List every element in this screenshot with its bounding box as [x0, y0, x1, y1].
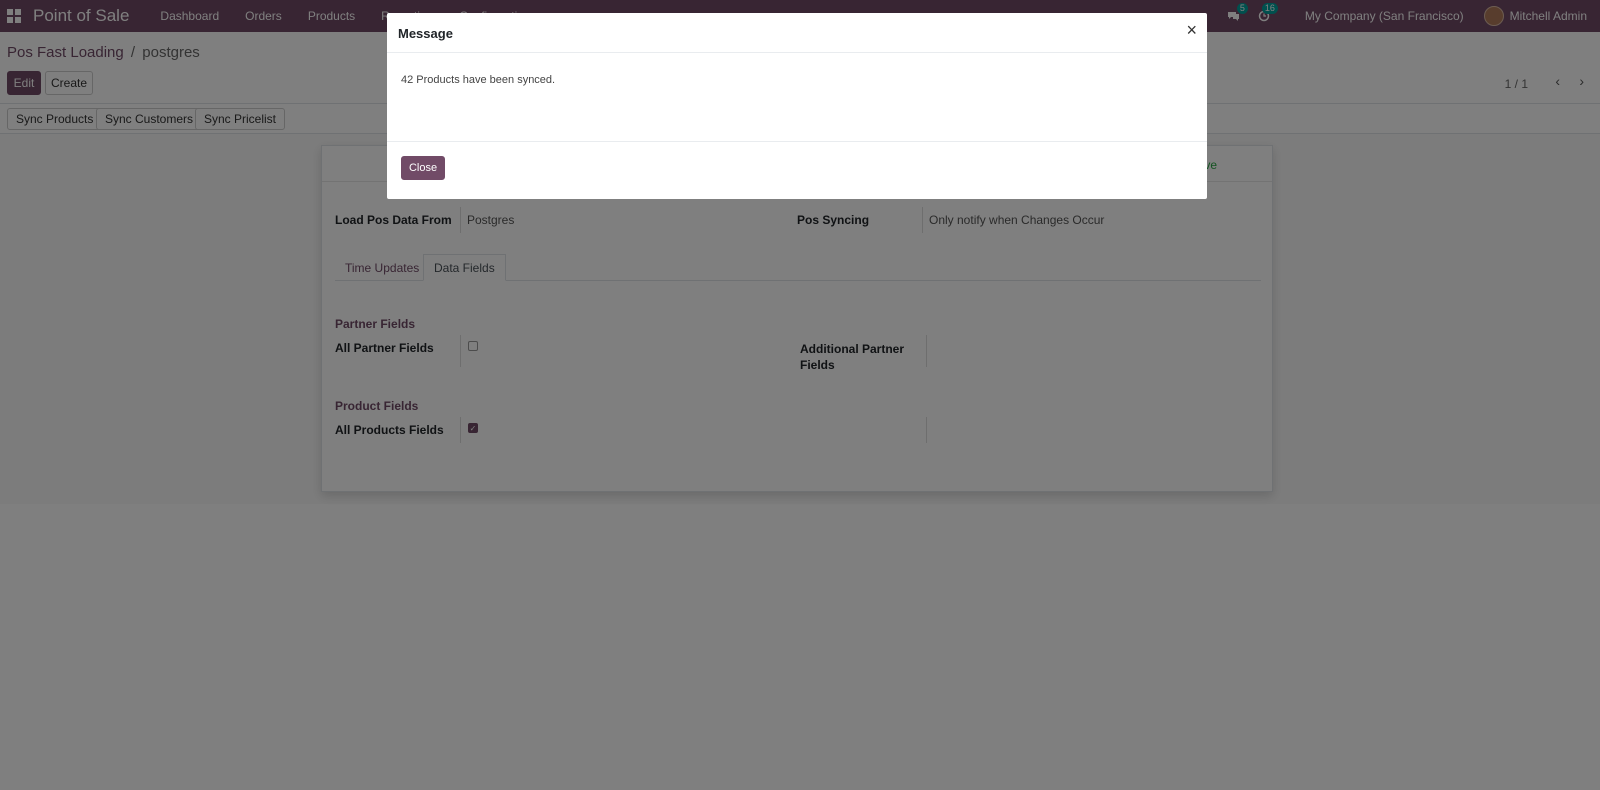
dialog-title: Message [398, 26, 453, 41]
dialog-message: 42 Products have been synced. [401, 74, 556, 86]
dialog-footer: Close [387, 141, 1207, 199]
dialog-body: 42 Products have been synced. [387, 53, 1207, 141]
close-icon[interactable]: × [1186, 20, 1197, 41]
dialog-header: Message × [387, 13, 1207, 53]
close-button[interactable]: Close [401, 156, 445, 180]
message-dialog: Message × 42 Products have been synced. … [387, 13, 1207, 199]
